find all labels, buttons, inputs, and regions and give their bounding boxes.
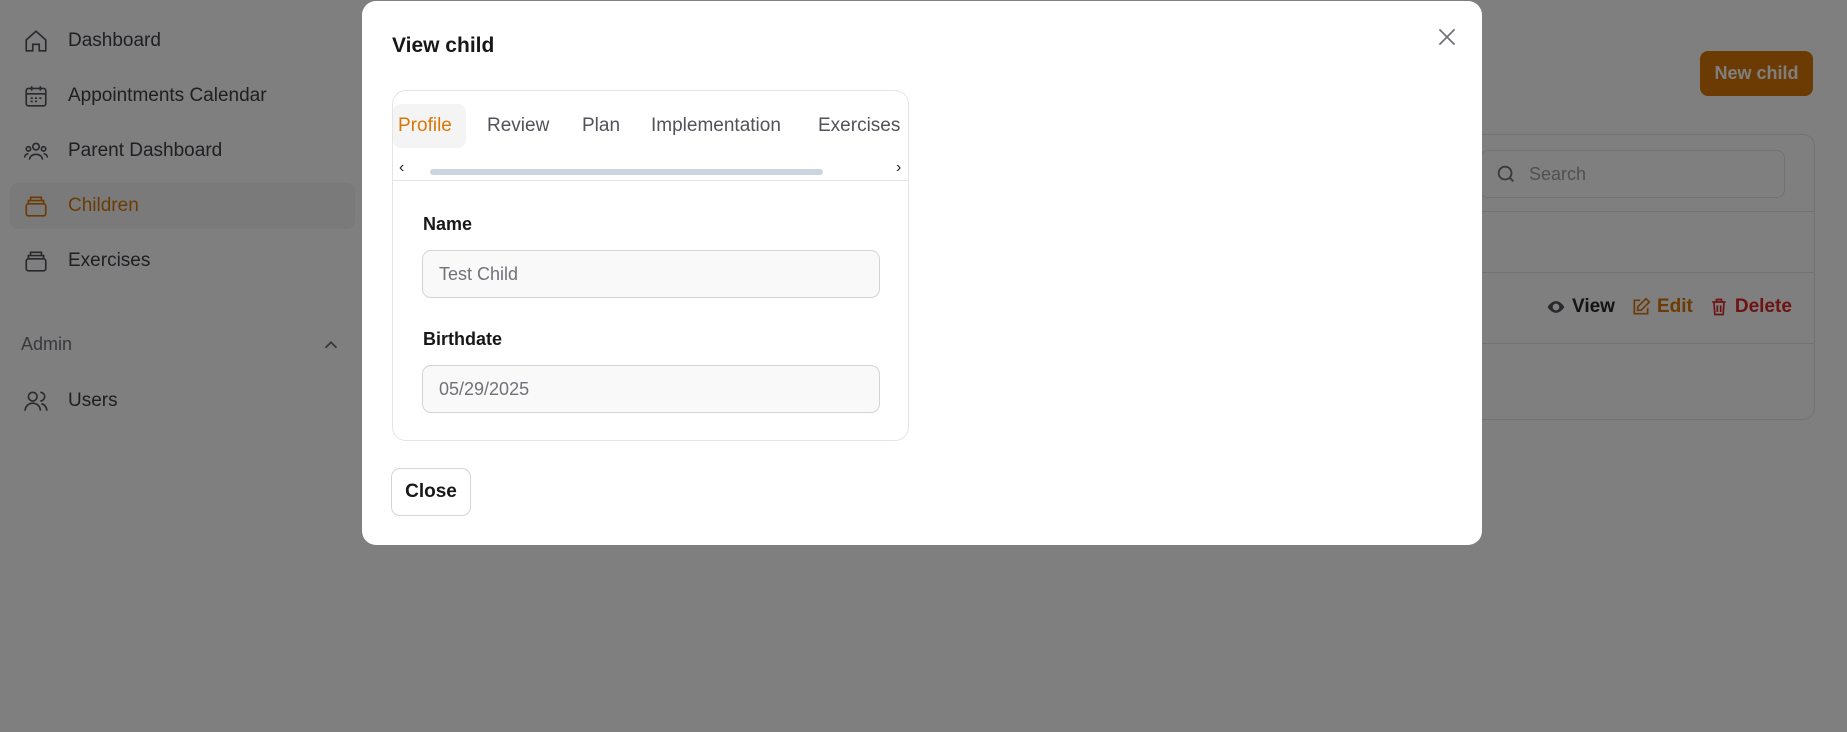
tab-profile[interactable]: Profile [393, 104, 466, 148]
tab-implementation[interactable]: Implementation [651, 104, 781, 148]
view-child-modal: View child Profile Review Plan Implement… [362, 1, 1482, 545]
tabs-panel: Profile Review Plan Implementation Exerc… [392, 90, 909, 441]
scroll-right-button[interactable]: › [896, 159, 901, 177]
modal-title: View child [392, 34, 495, 57]
tab-review[interactable]: Review [487, 104, 549, 148]
tab-list: Profile Review Plan Implementation Exerc… [393, 91, 908, 181]
close-button[interactable]: Close [391, 468, 471, 516]
name-field[interactable]: Test Child [422, 250, 880, 298]
tab-exercises[interactable]: Exercises [818, 104, 900, 148]
close-icon[interactable] [1434, 24, 1460, 50]
birthdate-field[interactable]: 05/29/2025 [422, 365, 880, 413]
name-label: Name [423, 214, 473, 234]
scroll-left-button[interactable]: ‹ [399, 159, 404, 177]
tab-plan[interactable]: Plan [582, 104, 620, 148]
birthdate-label: Birthdate [423, 329, 503, 349]
tab-scrollbar[interactable] [430, 169, 823, 175]
